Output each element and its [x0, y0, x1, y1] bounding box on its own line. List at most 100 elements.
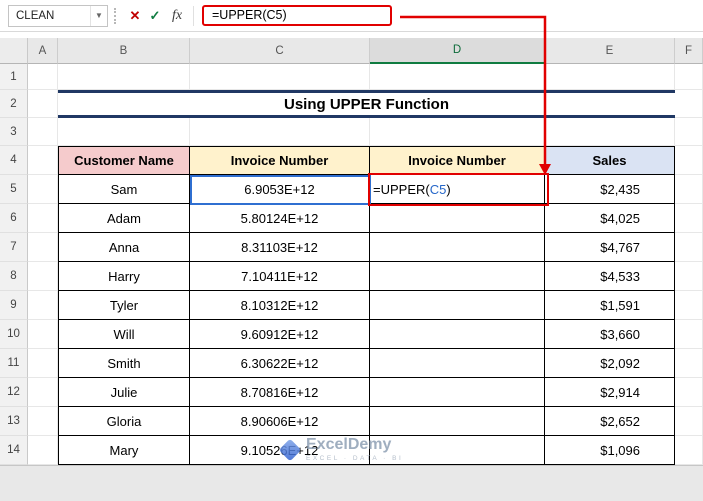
select-all-corner[interactable] [0, 38, 28, 64]
cell-invoice[interactable]: 5.80124E+12 [190, 204, 370, 233]
cell[interactable] [28, 204, 58, 233]
cell-customer-name[interactable]: Tyler [58, 291, 190, 320]
cell-invoice[interactable]: 8.90606E+12 [190, 407, 370, 436]
cell[interactable] [28, 64, 58, 90]
row-header[interactable]: 10 [0, 320, 28, 349]
cell-sales[interactable]: $2,652 [545, 407, 675, 436]
cell-sales[interactable]: $2,435 [545, 175, 675, 204]
cell-sales[interactable]: $1,096 [545, 436, 675, 465]
chevron-down-icon[interactable]: ▼ [90, 5, 107, 26]
cell-invoice[interactable]: 7.10411E+12 [190, 262, 370, 291]
cell[interactable] [28, 291, 58, 320]
cell[interactable] [28, 262, 58, 291]
cell[interactable] [28, 118, 58, 146]
cell[interactable] [58, 118, 190, 146]
cell[interactable] [675, 378, 703, 407]
sheet-title[interactable]: Using UPPER Function [58, 90, 675, 118]
row-header[interactable]: 2 [0, 90, 28, 118]
row-header[interactable]: 1 [0, 64, 28, 90]
cell-formula-result[interactable] [370, 349, 545, 378]
cell-customer-name[interactable]: Will [58, 320, 190, 349]
cell-invoice-referenced[interactable]: 6.9053E+12 [190, 175, 370, 204]
cell-formula-result[interactable] [370, 407, 545, 436]
cell-sales[interactable]: $4,533 [545, 262, 675, 291]
insert-function-icon[interactable]: fx [167, 8, 187, 24]
cell[interactable] [675, 175, 703, 204]
row-header[interactable]: 9 [0, 291, 28, 320]
name-box[interactable]: CLEAN ▼ [8, 4, 108, 27]
cell[interactable] [675, 436, 703, 465]
cell-formula-result[interactable] [370, 233, 545, 262]
cell-customer-name[interactable]: Smith [58, 349, 190, 378]
column-header-f[interactable]: F [675, 38, 703, 64]
header-cell-sales[interactable]: Sales [545, 146, 675, 175]
row-header[interactable]: 5 [0, 175, 28, 204]
cell[interactable] [370, 64, 545, 90]
row-header[interactable]: 6 [0, 204, 28, 233]
cell-sales[interactable]: $1,591 [545, 291, 675, 320]
cell[interactable] [28, 233, 58, 262]
header-cell-invoice-number[interactable]: Invoice Number [190, 146, 370, 175]
cell[interactable] [28, 320, 58, 349]
header-cell-customer-name[interactable]: Customer Name [58, 146, 190, 175]
cell-formula-result[interactable] [370, 436, 545, 465]
cell-customer-name[interactable]: Mary [58, 436, 190, 465]
cell-active-formula[interactable]: =UPPER(C5) [370, 175, 545, 204]
cell[interactable] [545, 118, 675, 146]
cell-formula-result[interactable] [370, 378, 545, 407]
column-header-b[interactable]: B [58, 38, 190, 64]
cell-invoice[interactable]: 6.30622E+12 [190, 349, 370, 378]
cell-customer-name[interactable]: Julie [58, 378, 190, 407]
cell[interactable] [28, 378, 58, 407]
row-header[interactable]: 4 [0, 146, 28, 175]
cell[interactable] [675, 64, 703, 90]
cell-invoice[interactable]: 9.60912E+12 [190, 320, 370, 349]
cell-invoice[interactable]: 8.70816E+12 [190, 378, 370, 407]
cell[interactable] [28, 90, 58, 118]
row-header[interactable]: 12 [0, 378, 28, 407]
cell[interactable] [675, 233, 703, 262]
row-header[interactable]: 13 [0, 407, 28, 436]
cell[interactable] [370, 118, 545, 146]
row-header[interactable]: 7 [0, 233, 28, 262]
cell[interactable] [675, 262, 703, 291]
cell-formula-result[interactable] [370, 262, 545, 291]
column-header-a[interactable]: A [28, 38, 58, 64]
cell-sales[interactable]: $2,092 [545, 349, 675, 378]
cell[interactable] [675, 320, 703, 349]
formula-input[interactable]: =UPPER(C5) [202, 5, 392, 26]
cell[interactable] [675, 204, 703, 233]
cell-sales[interactable]: $4,767 [545, 233, 675, 262]
cell[interactable] [28, 407, 58, 436]
cell[interactable] [675, 291, 703, 320]
cell-invoice[interactable]: 9.10526E+12 [190, 436, 370, 465]
cell-invoice[interactable]: 8.31103E+12 [190, 233, 370, 262]
column-header-c[interactable]: C [190, 38, 370, 64]
cell[interactable] [28, 175, 58, 204]
cell-sales[interactable]: $4,025 [545, 204, 675, 233]
cell-customer-name[interactable]: Harry [58, 262, 190, 291]
cell[interactable] [675, 349, 703, 378]
cell-sales[interactable]: $2,914 [545, 378, 675, 407]
cell-invoice[interactable]: 8.10312E+12 [190, 291, 370, 320]
enter-icon[interactable]: ✓ [145, 8, 165, 24]
cell-customer-name[interactable]: Sam [58, 175, 190, 204]
cell-formula-result[interactable] [370, 204, 545, 233]
cell[interactable] [675, 146, 703, 175]
cell-customer-name[interactable]: Anna [58, 233, 190, 262]
row-header[interactable]: 3 [0, 118, 28, 146]
cell-customer-name[interactable]: Gloria [58, 407, 190, 436]
cell[interactable] [28, 349, 58, 378]
cell[interactable] [28, 436, 58, 465]
cell[interactable] [675, 118, 703, 146]
column-header-e[interactable]: E [545, 38, 675, 64]
cell[interactable] [675, 90, 703, 118]
cell[interactable] [190, 64, 370, 90]
row-header[interactable]: 8 [0, 262, 28, 291]
cell[interactable] [28, 146, 58, 175]
column-header-d[interactable]: D [370, 38, 545, 64]
cell-formula-result[interactable] [370, 320, 545, 349]
cell-sales[interactable]: $3,660 [545, 320, 675, 349]
cell[interactable] [675, 407, 703, 436]
cell[interactable] [58, 64, 190, 90]
